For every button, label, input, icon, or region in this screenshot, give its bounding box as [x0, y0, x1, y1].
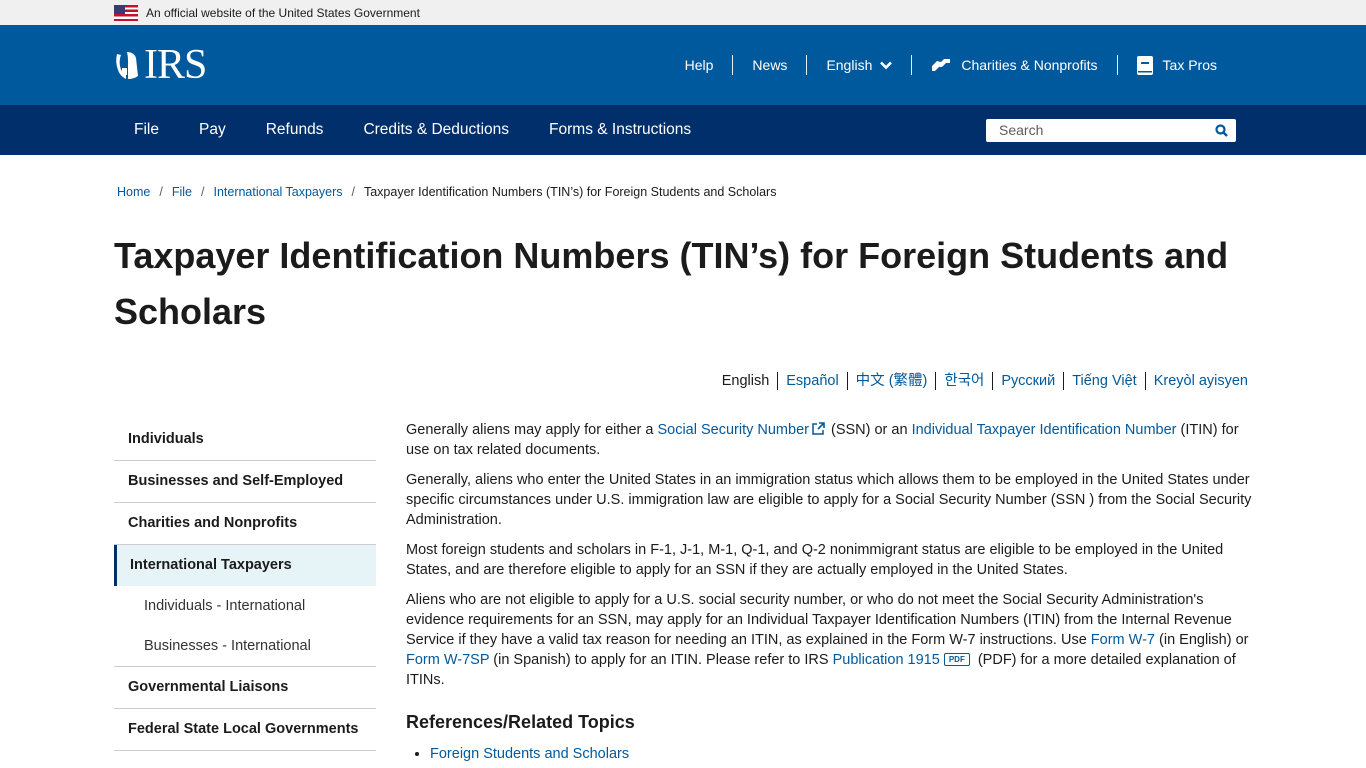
gov-banner-text: An official website of the United States…: [146, 5, 420, 20]
lang-vietnamese[interactable]: Tiếng Việt: [1063, 372, 1145, 390]
nav-refunds[interactable]: Refunds: [246, 121, 344, 139]
lang-spanish[interactable]: Español: [777, 372, 846, 390]
paragraph-1: Generally aliens may apply for either a …: [406, 420, 1252, 460]
handshake-icon: [932, 59, 951, 71]
sidebar-subitem-individuals-international[interactable]: Individuals - International: [114, 586, 376, 626]
breadcrumb: Home / File / International Taxpayers / …: [117, 185, 776, 199]
ssn-link[interactable]: Social Security Number: [657, 422, 809, 438]
nav-credits-deductions[interactable]: Credits & Deductions: [343, 121, 529, 139]
lang-korean[interactable]: 한국어: [935, 372, 992, 390]
irs-logo[interactable]: IRS: [114, 42, 207, 88]
nav-file[interactable]: File: [114, 121, 179, 139]
eagle-emblem-icon: [116, 52, 138, 79]
breadcrumb-home[interactable]: Home: [117, 185, 150, 199]
divider: [732, 55, 734, 75]
paragraph-4: Aliens who are not eligible to apply for…: [406, 590, 1252, 690]
lang-english: English: [721, 373, 770, 389]
lang-chinese[interactable]: 中文 (繁體): [846, 372, 936, 390]
sidebar-item-international-taxpayers[interactable]: International Taxpayers: [114, 545, 376, 586]
foreign-students-link[interactable]: Foreign Students and Scholars: [430, 746, 629, 762]
text: (in Spanish) to apply for an ITIN. Pleas…: [489, 652, 833, 668]
utility-nav: Help News English Charities & Nonprofits…: [666, 55, 1236, 75]
breadcrumb-separator: /: [200, 185, 205, 199]
help-label: Help: [684, 57, 714, 73]
search-box: [986, 118, 1236, 142]
text: (SSN) or an: [826, 422, 912, 438]
gov-banner: An official website of the United States…: [0, 0, 1366, 25]
nav-forms-instructions[interactable]: Forms & Instructions: [529, 121, 711, 139]
divider: [806, 55, 808, 75]
page-title: Taxpayer Identification Numbers (TIN’s) …: [114, 235, 1229, 332]
charities-label: Charities & Nonprofits: [961, 57, 1098, 73]
language-selector: English Español 中文 (繁體) 한국어 Русский Tiến…: [714, 372, 1248, 390]
form-w7sp-link[interactable]: Form W-7SP: [406, 652, 489, 668]
text: Generally aliens may apply for either a: [406, 422, 658, 438]
paragraph-3: Most foreign students and scholars in F-…: [406, 542, 1224, 578]
main-nav: File Pay Refunds Credits & Deductions Fo…: [0, 105, 1366, 155]
header: IRS Help News English Charities & Nonpro…: [0, 25, 1366, 105]
paragraph-2: Generally, aliens who enter the United S…: [406, 472, 1252, 528]
divider: [1116, 55, 1118, 75]
charities-link[interactable]: Charities & Nonprofits: [912, 55, 1116, 75]
tax-pros-label: Tax Pros: [1162, 57, 1217, 73]
us-flag-icon: [114, 4, 138, 21]
book-icon: [1136, 55, 1153, 75]
language-label: English: [826, 57, 873, 73]
form-w7-link[interactable]: Form W-7: [1091, 632, 1155, 648]
breadcrumb-separator: /: [159, 185, 163, 199]
sidebar-item-individuals[interactable]: Individuals: [114, 419, 376, 461]
search-input[interactable]: [999, 122, 1215, 138]
sidebar-item-businesses[interactable]: Businesses and Self-Employed: [114, 461, 376, 503]
breadcrumb-file[interactable]: File: [172, 185, 192, 199]
sidebar-item-federal-state-local[interactable]: Federal State Local Governments: [114, 709, 376, 751]
external-link-icon: [812, 422, 825, 435]
main-content: Generally aliens may apply for either a …: [406, 420, 1252, 764]
divider: [911, 55, 913, 75]
sidebar-item-charities[interactable]: Charities and Nonprofits: [114, 503, 376, 545]
breadcrumb-separator: /: [351, 185, 355, 199]
news-link[interactable]: News: [733, 55, 806, 75]
breadcrumb-current: Taxpayer Identification Numbers (TIN’s) …: [363, 185, 777, 199]
list-item: Foreign Students and Scholars: [430, 744, 1252, 764]
related-topics-heading: References/Related Topics: [406, 712, 635, 732]
pdf-icon: PDF: [943, 653, 970, 666]
lang-russian[interactable]: Русский: [992, 372, 1063, 390]
lang-haitian-creole[interactable]: Kreyòl ayisyen: [1144, 372, 1248, 390]
itin-link[interactable]: Individual Taxpayer Identification Numbe…: [912, 422, 1177, 438]
logo-text: IRS: [144, 42, 207, 88]
news-label: News: [752, 57, 788, 73]
text: (in English) or: [1154, 632, 1249, 648]
tax-pros-link[interactable]: Tax Pros: [1118, 55, 1236, 75]
sidebar-item-governmental-liaisons[interactable]: Governmental Liaisons: [114, 667, 376, 709]
related-topics-list: Foreign Students and Scholars: [406, 744, 1252, 764]
chevron-down-icon: [880, 61, 893, 69]
language-dropdown[interactable]: English: [807, 55, 911, 75]
help-link[interactable]: Help: [666, 55, 733, 75]
breadcrumb-international-taxpayers[interactable]: International Taxpayers: [213, 185, 342, 199]
sidebar-nav: Individuals Businesses and Self-Employed…: [114, 419, 376, 751]
nav-pay[interactable]: Pay: [179, 121, 246, 139]
sidebar-subitem-businesses-international[interactable]: Businesses - International: [114, 626, 376, 667]
publication-1915-link[interactable]: Publication 1915: [833, 652, 940, 668]
search-icon[interactable]: [1215, 123, 1228, 137]
